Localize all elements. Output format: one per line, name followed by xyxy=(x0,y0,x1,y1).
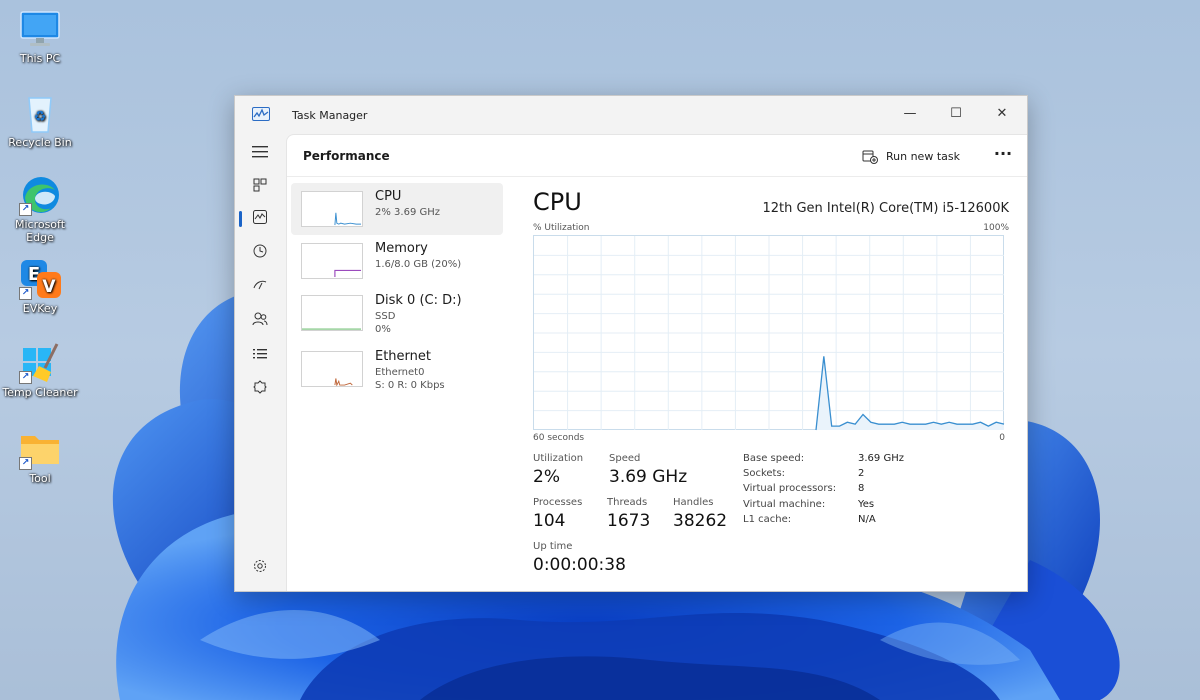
spec-value: 3.69 GHz xyxy=(858,453,904,464)
performance-icon[interactable] xyxy=(248,208,272,232)
spec-key: Base speed: xyxy=(743,453,805,464)
content-header: Performance Run new task ··· xyxy=(287,135,1027,177)
handles-label: Handles xyxy=(673,497,714,508)
spec-key: Virtual machine: xyxy=(743,499,826,510)
desktop-icon-recycle-bin[interactable]: ♻ Recycle Bin xyxy=(0,92,80,149)
broom-windows-icon: ↗ xyxy=(17,342,63,384)
navigation-rail xyxy=(235,134,285,591)
desktop-icon-temp-cleaner[interactable]: ↗ Temp Cleaner xyxy=(0,342,80,399)
startup-apps-icon[interactable] xyxy=(248,276,272,300)
desktop-icon-label: This PC xyxy=(19,52,61,65)
cpu-utilization-graph xyxy=(533,235,1005,431)
processes-label: Processes xyxy=(533,497,583,508)
processes-icon[interactable] xyxy=(248,176,272,200)
spec-key: L1 cache: xyxy=(743,514,792,525)
utilization-axis-label: % Utilization xyxy=(533,223,590,233)
time-axis-label: 60 seconds xyxy=(533,433,585,443)
uptime-value: 0:00:00:38 xyxy=(533,555,626,575)
page-title: Performance xyxy=(303,149,390,163)
perf-item-detail: 1.6/8.0 GB (20%) xyxy=(375,259,462,270)
cpu-thumbnail-graph xyxy=(301,191,363,227)
title-bar[interactable]: Task Manager — ☐ ✕ xyxy=(235,96,1027,134)
close-button[interactable]: ✕ xyxy=(979,102,1025,126)
task-manager-window: Task Manager — ☐ ✕ Performance Run new t… xyxy=(234,95,1028,592)
settings-gear-icon[interactable] xyxy=(248,557,272,581)
perf-item-detail-2: S: 0 R: 0 Kbps xyxy=(375,380,445,391)
speed-value: 3.69 GHz xyxy=(609,467,688,487)
cpu-model-name: 12th Gen Intel(R) Core(TM) i5-12600K xyxy=(762,201,1009,216)
desktop-icon-label: Temp Cleaner xyxy=(2,386,78,399)
spec-value: 8 xyxy=(858,483,865,494)
svg-text:♻: ♻ xyxy=(34,109,47,125)
perf-item-cpu[interactable]: CPU 2% 3.69 GHz xyxy=(291,183,503,235)
spec-key: Virtual processors: xyxy=(743,483,837,494)
recycle-bin-icon: ♻ xyxy=(17,92,63,134)
shortcut-arrow-icon: ↗ xyxy=(19,457,32,470)
max-axis-label: 100% xyxy=(983,223,1009,233)
spec-value: Yes xyxy=(858,499,875,510)
task-manager-app-icon xyxy=(252,107,270,121)
desktop-icon-this-pc[interactable]: This PC xyxy=(0,8,80,65)
perf-item-name: Ethernet xyxy=(375,349,431,364)
svg-text:V: V xyxy=(42,277,56,297)
maximize-button[interactable]: ☐ xyxy=(933,102,979,126)
cpu-detail-pane: CPU 12th Gen Intel(R) Core(TM) i5-12600K… xyxy=(533,183,1009,583)
edge-icon: ↗ xyxy=(17,174,63,216)
desktop-icon-label: Microsoft Edge xyxy=(14,218,66,244)
utilization-label: Utilization xyxy=(533,453,584,464)
services-icon[interactable] xyxy=(248,378,272,402)
details-icon[interactable] xyxy=(248,344,272,368)
app-history-icon[interactable] xyxy=(248,242,272,266)
perf-item-detail: 2% 3.69 GHz xyxy=(375,207,441,218)
run-new-task-button[interactable]: Run new task xyxy=(862,147,960,167)
perf-item-name: CPU xyxy=(375,189,402,204)
desktop-icon-label: Tool xyxy=(29,472,51,485)
perf-item-detail-2: 0% xyxy=(375,324,391,335)
shortcut-arrow-icon: ↗ xyxy=(19,203,32,216)
desktop-icon-tool[interactable]: ↗ Tool xyxy=(0,428,80,485)
utilization-value: 2% xyxy=(533,467,560,487)
shortcut-arrow-icon: ↗ xyxy=(19,371,32,384)
spec-value: 2 xyxy=(858,468,865,479)
performance-resource-list: CPU 2% 3.69 GHz Memory 1.6/8.0 GB (20%) … xyxy=(291,183,503,583)
evkey-icon: E V ↗ xyxy=(17,258,63,300)
threads-value: 1673 xyxy=(607,511,651,531)
hamburger-menu-icon[interactable] xyxy=(248,142,272,166)
detail-title: CPU xyxy=(533,188,582,216)
run-new-task-label: Run new task xyxy=(886,150,960,163)
processes-value: 104 xyxy=(533,511,566,531)
memory-thumbnail-graph xyxy=(301,243,363,279)
run-task-icon xyxy=(862,150,878,164)
threads-label: Threads xyxy=(607,497,648,508)
speed-label: Speed xyxy=(609,453,641,464)
perf-item-ethernet[interactable]: Ethernet Ethernet0 S: 0 R: 0 Kbps xyxy=(291,343,503,399)
handles-value: 38262 xyxy=(673,511,728,531)
disk-thumbnail-graph xyxy=(301,295,363,331)
window-title: Task Manager xyxy=(292,109,368,122)
perf-item-detail: Ethernet0 xyxy=(375,367,425,378)
spec-value: N/A xyxy=(858,514,876,525)
monitor-icon xyxy=(17,8,63,50)
more-options-button[interactable]: ··· xyxy=(991,145,1015,167)
uptime-label: Up time xyxy=(533,541,573,552)
minimize-button[interactable]: — xyxy=(887,102,933,126)
desktop-icon-microsoft-edge[interactable]: ↗ Microsoft Edge xyxy=(0,174,80,244)
spec-key: Sockets: xyxy=(743,468,786,479)
desktop-icon-label: Recycle Bin xyxy=(8,136,72,149)
selected-nav-indicator xyxy=(239,211,242,227)
desktop-icon-evkey[interactable]: E V ↗ EVKey xyxy=(0,258,80,315)
desktop-icon-label: EVKey xyxy=(22,302,58,315)
folder-icon: ↗ xyxy=(17,428,63,470)
ethernet-thumbnail-graph xyxy=(301,351,363,387)
perf-item-memory[interactable]: Memory 1.6/8.0 GB (20%) xyxy=(291,235,503,287)
shortcut-arrow-icon: ↗ xyxy=(19,287,32,300)
perf-item-disk[interactable]: Disk 0 (C: D:) SSD 0% xyxy=(291,287,503,343)
content-pane: Performance Run new task ··· CPU 2% 3.69… xyxy=(286,134,1027,591)
perf-item-name: Disk 0 (C: D:) xyxy=(375,293,462,308)
users-icon[interactable] xyxy=(248,310,272,334)
zero-axis-label: 0 xyxy=(999,433,1005,443)
perf-item-name: Memory xyxy=(375,241,428,256)
perf-item-detail: SSD xyxy=(375,311,396,322)
